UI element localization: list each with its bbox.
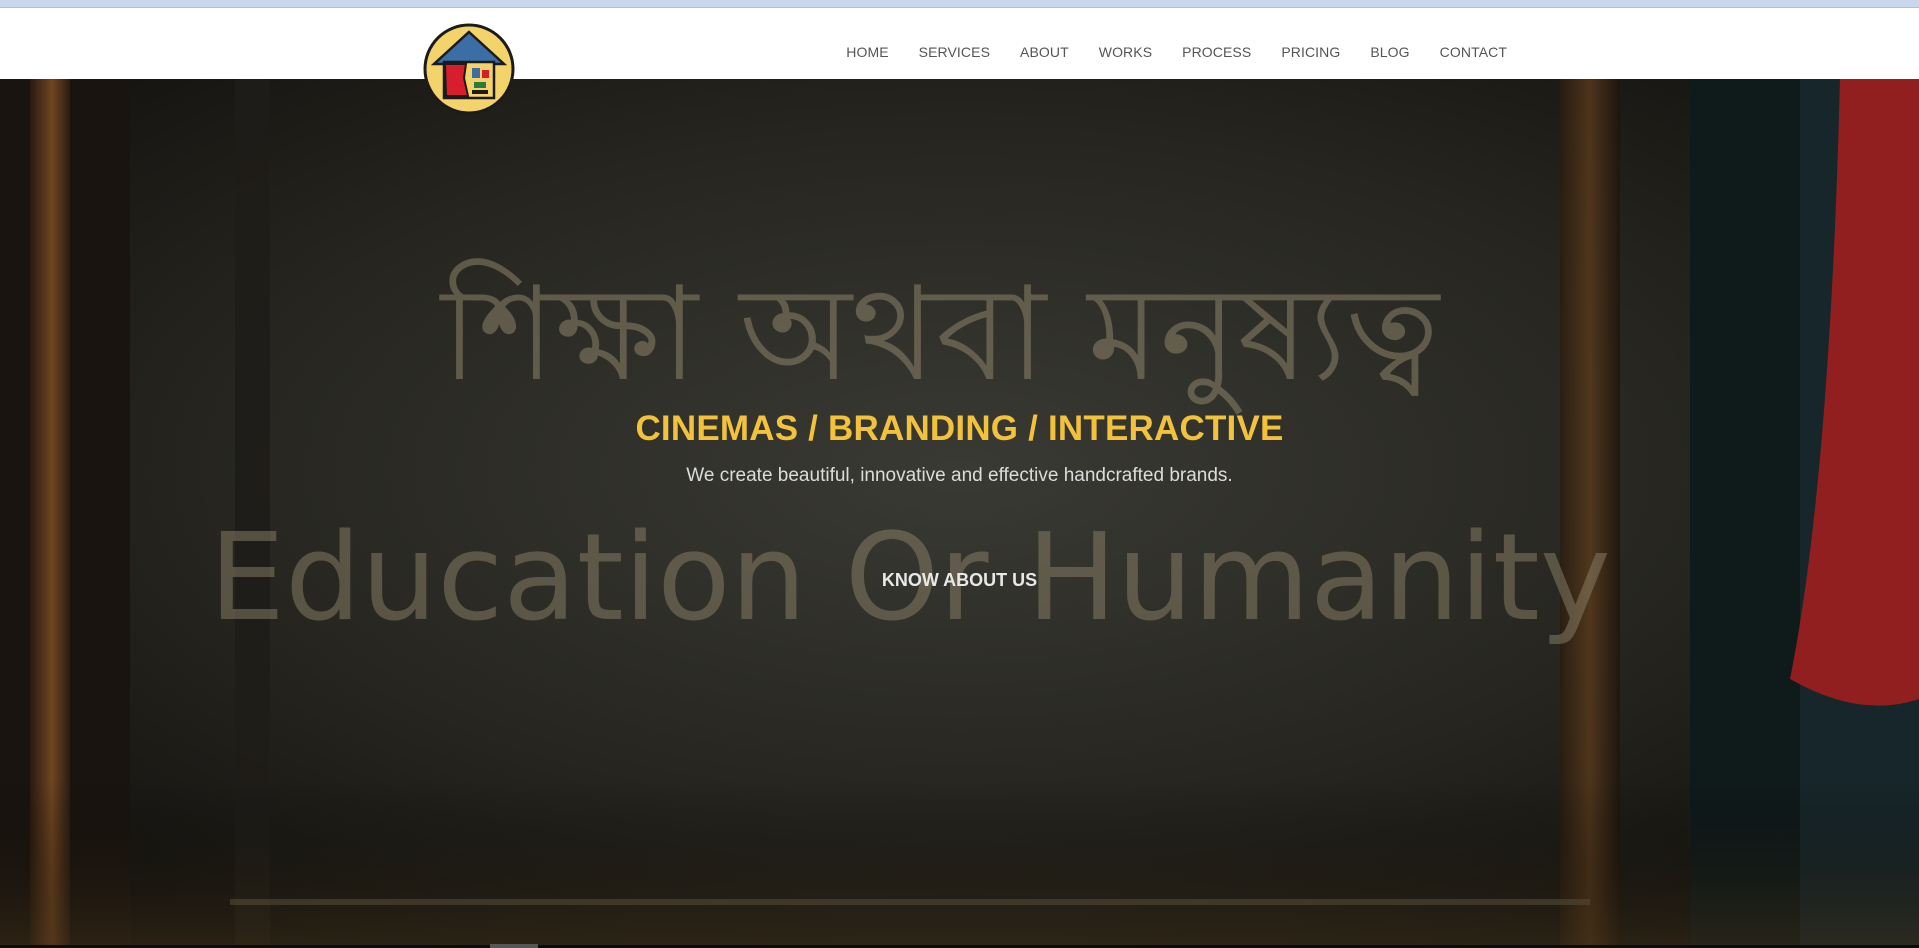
browser-top-strip [0, 0, 1919, 8]
hero-content: CINEMAS / BRANDING / INTERACTIVE We crea… [0, 79, 1919, 948]
nav-item-about[interactable]: ABOUT [1020, 44, 1069, 60]
scroll-indicator [490, 944, 538, 948]
hero-section: শিক্ষা অথবা মনুষ্যত্ব Education Or Human… [0, 79, 1919, 948]
nav-item-home[interactable]: HOME [846, 44, 888, 60]
nav-item-contact[interactable]: CONTACT [1440, 44, 1507, 60]
cta-label: KNOW ABOUT US [881, 570, 1038, 590]
nav-item-works[interactable]: WORKS [1099, 44, 1152, 60]
hero-subheadline: We create beautiful, innovative and effe… [686, 465, 1233, 486]
hero-headline: CINEMAS / BRANDING / INTERACTIVE [635, 409, 1284, 448]
house-logo-icon[interactable] [422, 22, 516, 116]
main-menu: HOME SERVICES ABOUT WORKS PROCESS PRICIN… [846, 16, 1507, 87]
know-about-us-button[interactable]: KNOW ABOUT US [0, 570, 1919, 591]
nav-item-process[interactable]: PROCESS [1182, 44, 1251, 60]
nav-item-pricing[interactable]: PRICING [1281, 44, 1340, 60]
nav-item-blog[interactable]: BLOG [1370, 44, 1409, 60]
navbar: HOME SERVICES ABOUT WORKS PROCESS PRICIN… [0, 8, 1919, 79]
nav-item-services[interactable]: SERVICES [919, 44, 990, 60]
